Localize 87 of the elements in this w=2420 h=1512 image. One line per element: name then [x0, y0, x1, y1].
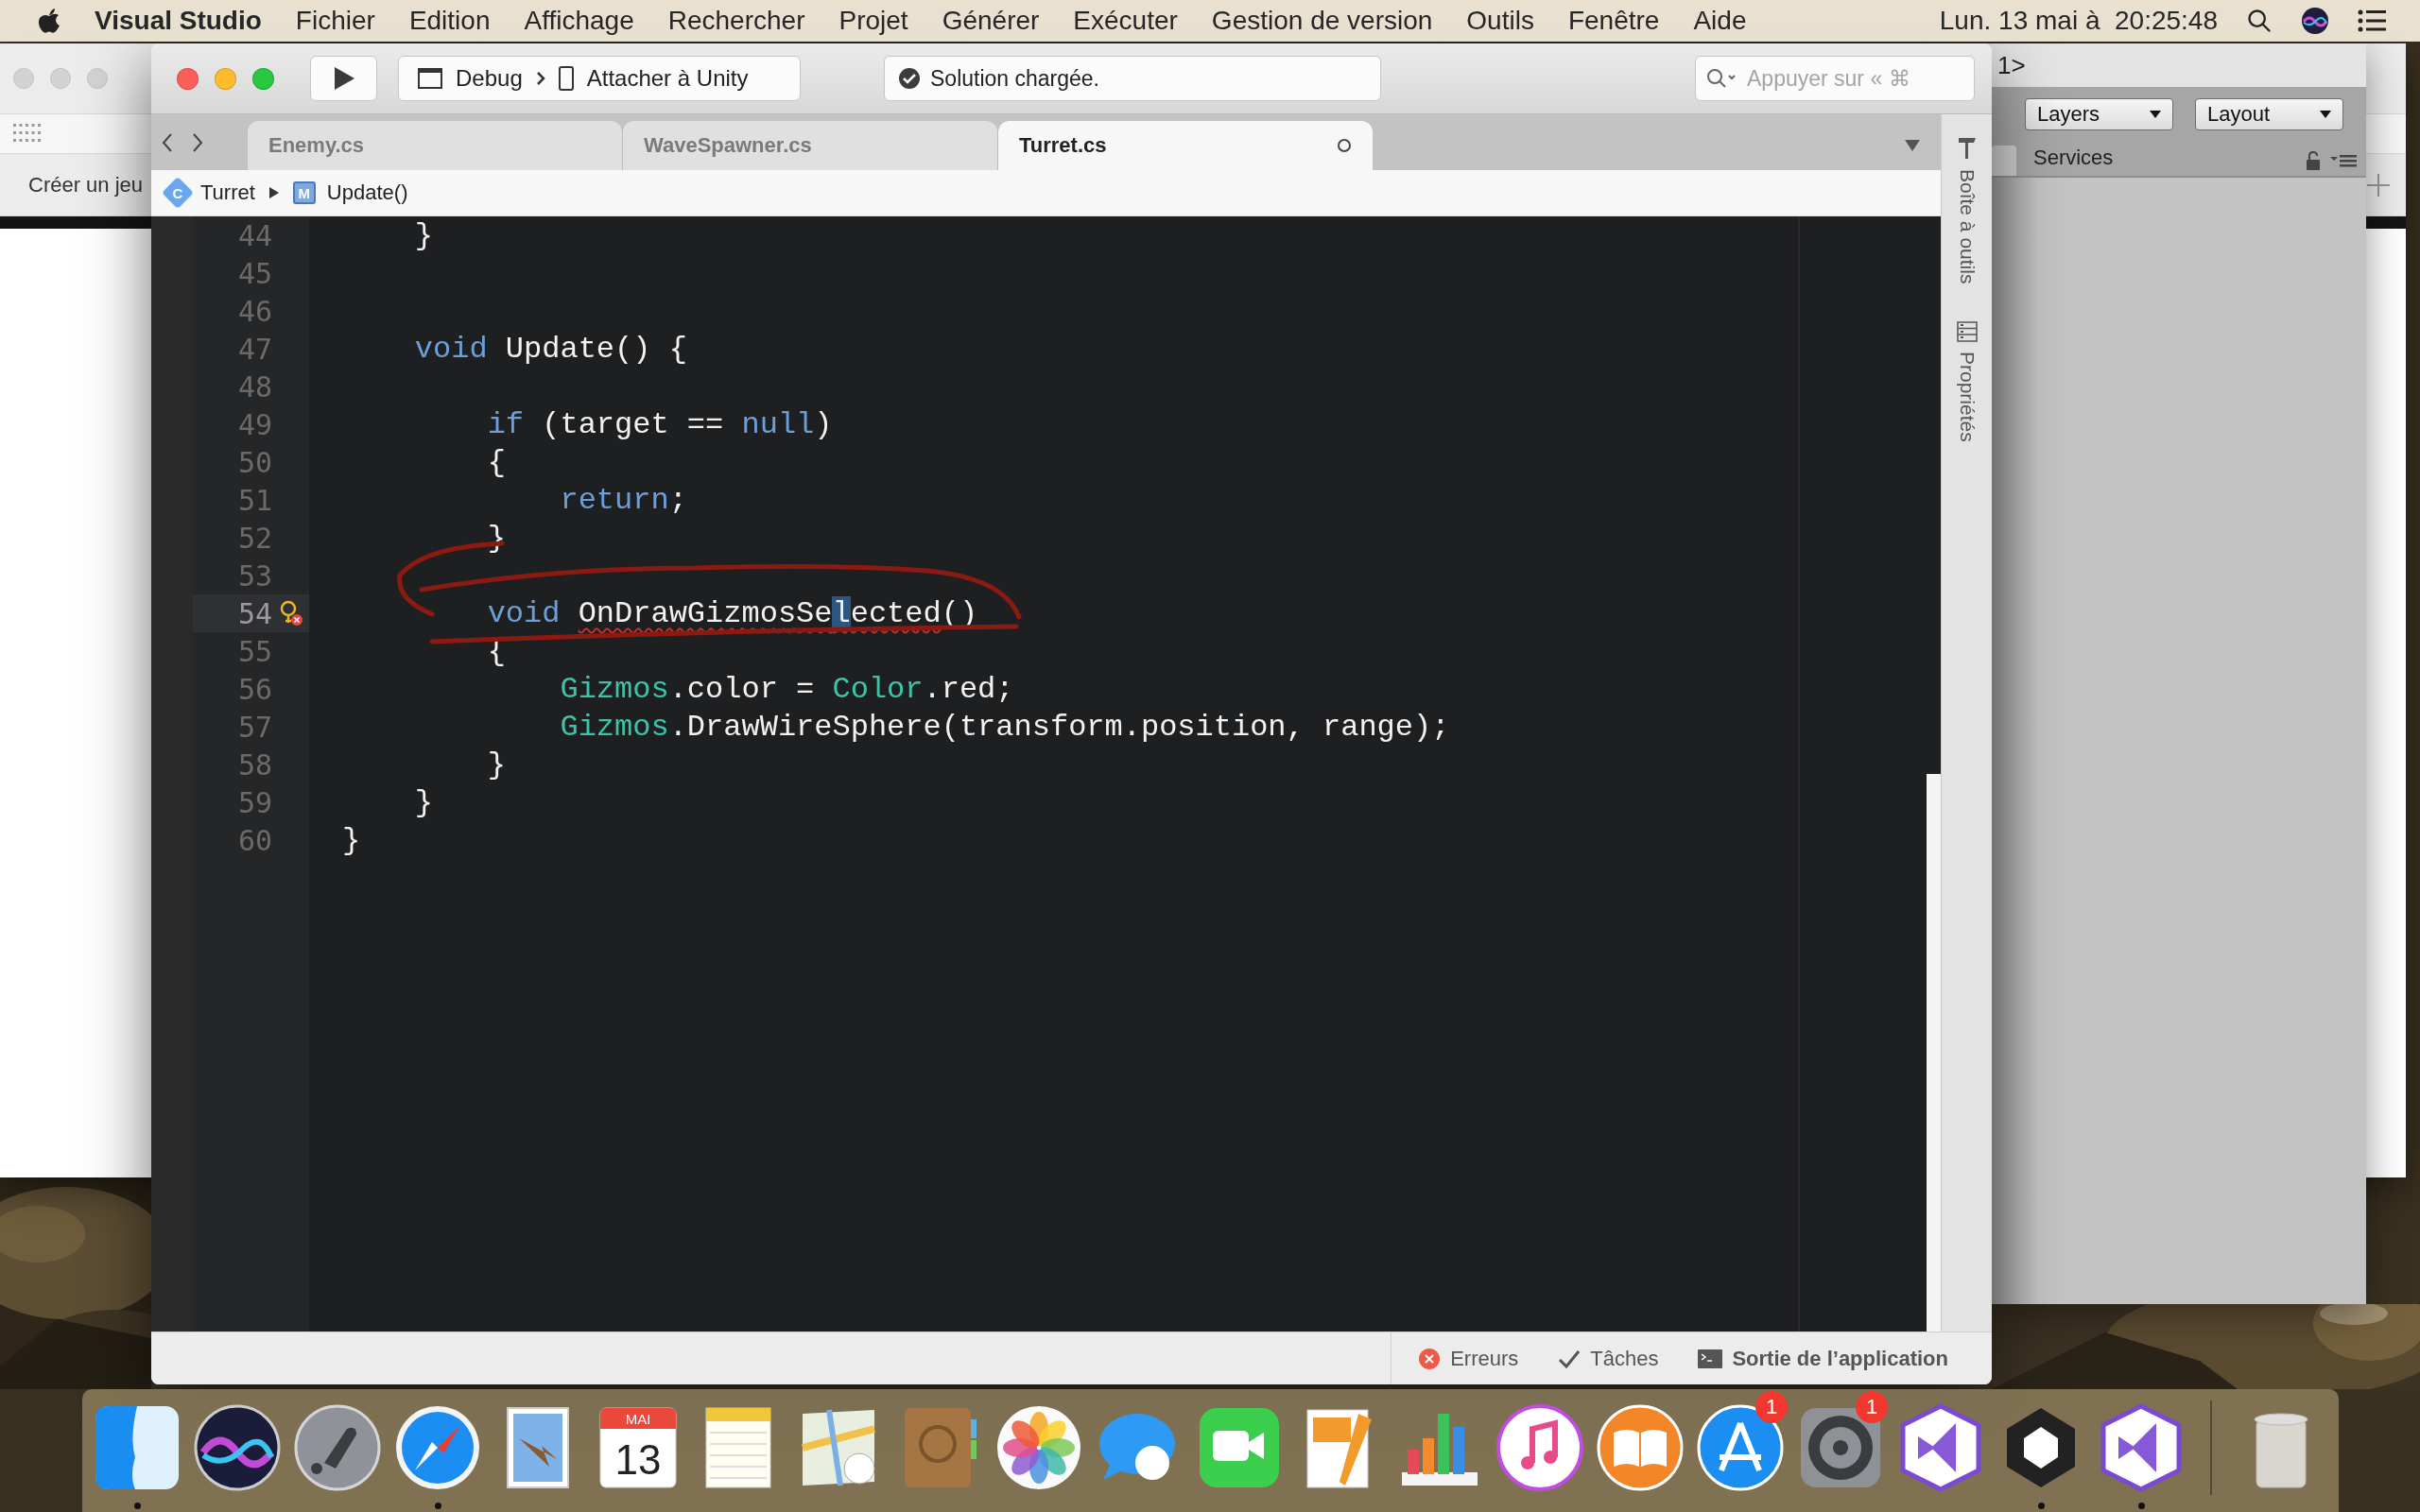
scrollbar[interactable]: [1927, 216, 1941, 1332]
toolbar-label: Créer un jeu: [27, 172, 144, 198]
line-number: 49: [236, 407, 272, 441]
line-number: 53: [236, 558, 272, 593]
line-number: 44: [236, 218, 272, 252]
properties-icon: [1956, 321, 1978, 343]
menu-icon[interactable]: [2330, 154, 2357, 167]
code-line: Gizmos.color = Color.red;: [559, 671, 1014, 707]
code-line: void Update() {: [413, 331, 687, 367]
code-line: }: [341, 822, 361, 858]
menu-item[interactable]: Fenêtre: [1567, 6, 1660, 36]
menu-item[interactable]: Outils: [1466, 6, 1534, 36]
line-number: 59: [236, 785, 272, 819]
clock: Lun. 13 mai à 20:25:48: [1939, 6, 2218, 36]
list-icon[interactable]: [2358, 9, 2386, 33]
notification-badge: 1: [1856, 1391, 1888, 1423]
triangle-icon: [268, 186, 280, 199]
line-number: 55: [236, 634, 272, 668]
pad-tab[interactable]: Boîte à outils: [1955, 169, 1979, 284]
app-menu[interactable]: Visual Studio: [95, 6, 262, 36]
check-icon: [1558, 1348, 1582, 1369]
phone-icon: [558, 66, 574, 91]
menu-item[interactable]: Affichage: [524, 6, 634, 36]
code-line: if (target == null): [486, 406, 833, 442]
code-line: }: [486, 747, 506, 782]
line-number: 54: [236, 596, 272, 630]
apple-icon[interactable]: [38, 8, 60, 34]
chevron-icon: [535, 71, 545, 86]
menu-item[interactable]: Générer: [942, 6, 1040, 36]
menu-item[interactable]: Edition: [408, 6, 491, 36]
search-icon: [1706, 68, 1738, 89]
search-icon[interactable]: [2246, 8, 2273, 34]
dropdown[interactable]: Layout: [2195, 98, 2343, 130]
notification-badge: 1: [1755, 1391, 1788, 1423]
window-icon: [418, 68, 442, 89]
calendar-month: MAI: [625, 1411, 651, 1427]
code-line: Gizmos.DrawWireSphere(transform.position, range);: [559, 709, 1450, 745]
file-tab[interactable]: Turret.cs: [997, 121, 1373, 170]
configuration-selector[interactable]: Debug Attacher à Unity: [398, 56, 801, 101]
line-number: 47: [236, 332, 272, 366]
code-line: {: [486, 444, 506, 480]
orb-icon[interactable]: [2301, 7, 2329, 35]
dropdown-icon[interactable]: [1905, 140, 1920, 151]
line-number: 57: [236, 710, 272, 744]
lock-icon[interactable]: [2306, 151, 2321, 170]
menu-item[interactable]: Gestion de version: [1211, 6, 1433, 36]
line-number: 52: [236, 521, 272, 555]
lightbulb-error-icon[interactable]: [278, 600, 303, 627]
dropdown[interactable]: Layers: [2025, 98, 2173, 130]
caret-icon: [2320, 111, 2331, 118]
caret-icon: [2150, 111, 2161, 118]
line-number: 45: [236, 256, 272, 290]
code-line: }: [413, 784, 433, 820]
run-button[interactable]: [310, 56, 377, 101]
close-button[interactable]: [177, 67, 199, 90]
status-button[interactable]: Sortie de l’application: [1698, 1346, 1948, 1371]
status-button[interactable]: Tâches: [1558, 1346, 1659, 1371]
back-icon[interactable]: [161, 131, 174, 153]
status-button[interactable]: Erreurs: [1418, 1346, 1519, 1371]
code-line: }: [413, 217, 433, 253]
menu-item[interactable]: Exécuter: [1073, 6, 1178, 36]
line-number: 48: [236, 369, 272, 404]
line-number: 51: [236, 483, 272, 517]
line-number: 50: [236, 445, 272, 479]
hammer-icon: [1956, 135, 1978, 160]
terminal-icon: [1698, 1349, 1723, 1368]
line-number: 46: [236, 294, 272, 328]
error-icon: [1418, 1347, 1442, 1370]
plus-icon[interactable]: [2366, 172, 2391, 198]
play-icon: [332, 66, 355, 91]
menu-item[interactable]: Rechercher: [667, 6, 805, 36]
check-circle-icon: [898, 67, 921, 90]
menu-item[interactable]: Fichier: [295, 6, 375, 36]
line-number: 56: [236, 672, 272, 706]
pad-tab[interactable]: Propriétés: [1955, 352, 1979, 443]
menu-item[interactable]: Projet: [838, 6, 908, 36]
forward-icon[interactable]: [191, 131, 204, 153]
status-text: Solution chargée.: [930, 65, 1099, 92]
window-title: 1>: [1997, 50, 2026, 80]
breadcrumb-item[interactable]: M Update(): [292, 180, 408, 205]
grid-icon[interactable]: [13, 123, 42, 145]
search-field[interactable]: Appuyer sur « ⌘: [1695, 56, 1975, 101]
code-line: return;: [559, 482, 687, 518]
calendar-day: 13: [614, 1436, 662, 1483]
line-number: 60: [236, 823, 272, 857]
line-number: 58: [236, 747, 272, 782]
menu-item[interactable]: Aide: [1693, 6, 1747, 36]
